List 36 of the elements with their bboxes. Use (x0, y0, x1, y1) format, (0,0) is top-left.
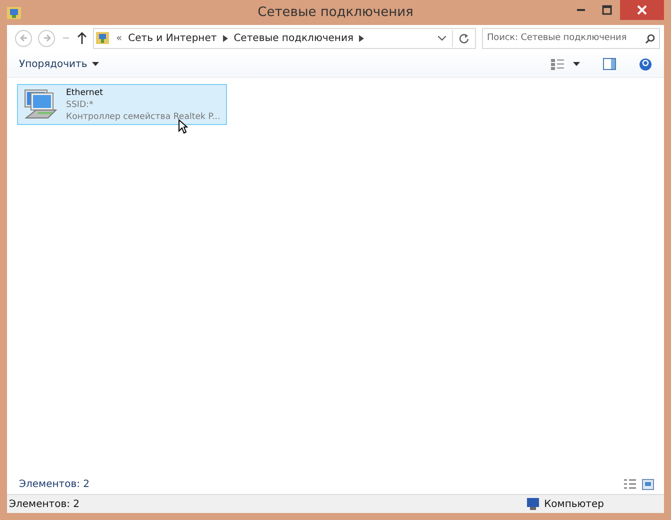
details-view-icon[interactable] (624, 478, 636, 490)
caret-icon (92, 62, 100, 66)
network-adapter-icon (22, 88, 58, 122)
dropdown-arrow-icon[interactable] (573, 62, 580, 66)
preview-pane-icon[interactable] (603, 58, 616, 70)
close-icon (637, 5, 647, 15)
chevron-right-icon[interactable] (359, 34, 364, 42)
organize-menu-button[interactable]: Упорядочить (15, 58, 104, 70)
status-count: Элементов: 2 (9, 498, 80, 510)
connection-name: Ethernet (66, 86, 104, 98)
address-bar[interactable]: « Сеть и Интернет Сетевые подключения (93, 28, 476, 48)
large-icons-view-icon[interactable] (642, 478, 654, 490)
refresh-icon[interactable] (459, 32, 469, 44)
zone-label: Компьютер (544, 498, 604, 510)
search-field[interactable]: Поиск: Сетевые подключения (482, 28, 660, 48)
close-button[interactable] (620, 0, 664, 20)
search-icon[interactable] (645, 34, 655, 44)
item-count: Элементов: 2 (19, 478, 90, 490)
minimize-icon (577, 9, 585, 11)
back-arrow-icon (18, 33, 28, 43)
up-arrow-icon[interactable] (77, 32, 87, 44)
mouse-cursor-icon (178, 119, 188, 134)
network-folder-icon (96, 31, 110, 45)
breadcrumb[interactable]: Сеть и Интернет (128, 32, 217, 44)
window-title: Сетевые подключения (258, 5, 414, 20)
overflow-chevron[interactable]: « (116, 32, 122, 44)
breadcrumb[interactable]: Сетевые подключения (234, 32, 354, 44)
ssid-label: SSID:* (66, 98, 94, 110)
help-icon[interactable] (639, 58, 652, 70)
forward-arrow-icon (42, 33, 52, 43)
chevron-right-icon[interactable] (222, 34, 228, 42)
folder-network-icon (6, 4, 22, 20)
adapter-description: Контроллер семейства Realtek P... (66, 110, 220, 122)
maximize-icon (602, 5, 612, 15)
view-options-icon[interactable] (551, 58, 564, 70)
computer-icon (526, 498, 540, 510)
